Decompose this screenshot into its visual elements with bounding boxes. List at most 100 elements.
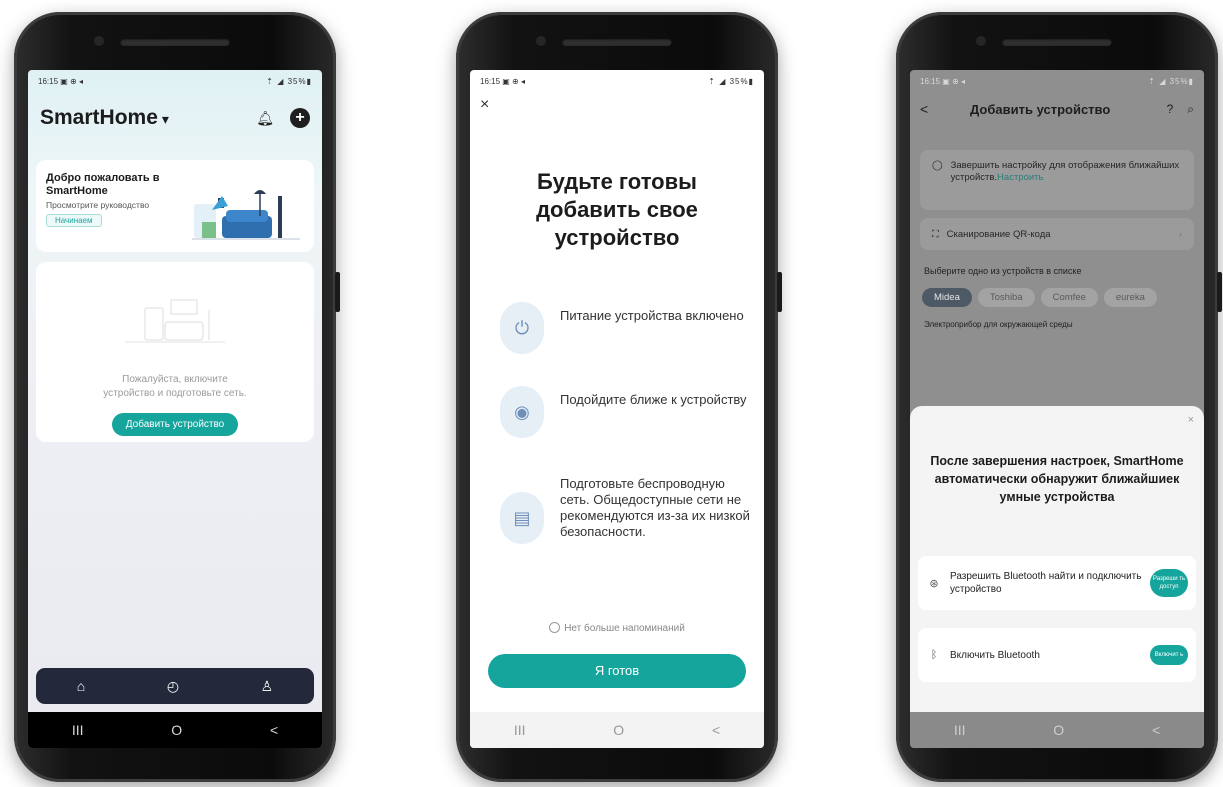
- no-remind-option[interactable]: Нет больше напоминаний: [470, 622, 764, 634]
- chevron-down-icon: ▾: [161, 111, 169, 127]
- page-title: Будьте готовы добавить свое устройство: [470, 168, 764, 252]
- choose-device-label: Выберите одно из устройств в списке: [924, 266, 1082, 276]
- step-proximity: ◉ Подойдите ближе к устройству: [500, 386, 750, 438]
- recents-button[interactable]: III: [954, 722, 966, 738]
- speaker-grille: [562, 38, 672, 46]
- status-time: 16:15 ▣ ⊕ ◂: [38, 76, 83, 86]
- empty-devices-card: Пожалуйста, включите устройство и подгот…: [36, 262, 314, 442]
- speaker-grille: [120, 38, 230, 46]
- radio-button[interactable]: [549, 622, 561, 633]
- step-text: Питание устройства включено: [560, 308, 744, 323]
- welcome-title: Добро пожаловать в SmartHome: [46, 172, 160, 197]
- enable-bluetooth-button[interactable]: Включит ь: [1150, 645, 1188, 665]
- empty-message: Пожалуйста, включите устройство и подгот…: [36, 373, 314, 401]
- qr-scan-icon: ⛶: [932, 228, 939, 240]
- app-title: SmartHome: [40, 106, 158, 129]
- step-text: Подойдите ближе к устройству: [560, 392, 747, 407]
- clock-icon[interactable]: ◴: [167, 678, 179, 695]
- bluetooth-permission-sheet: × После завершения настроек, SmartHome а…: [910, 406, 1204, 712]
- phone-frame-1: 16:15 ▣ ⊕ ◂ ⇡ ◢ 35%▮ SmartHome ▾ 🔔︎ + Доб…: [14, 12, 340, 782]
- brand-tab-eureka[interactable]: eureka: [1103, 288, 1157, 307]
- brand-tab-comfee[interactable]: Comfee: [1040, 288, 1098, 307]
- add-device-button[interactable]: Добавить устройство: [111, 413, 239, 436]
- screen-get-ready: 16:15 ▣ ⊕ ◂ ⇡ ◢ 35%▮ × Будьте готовы доб…: [470, 70, 764, 748]
- back-button[interactable]: <: [270, 722, 278, 738]
- title-line2: добавить свое: [536, 197, 698, 222]
- home-button[interactable]: O: [171, 722, 182, 738]
- living-room-illustration: [192, 190, 300, 240]
- home-icon[interactable]: ⌂: [77, 678, 85, 694]
- step-text: Подготовьте беспроводную сеть. Общедосту…: [560, 476, 750, 539]
- welcome-card[interactable]: Добро пожаловать в SmartHome Просмотрите…: [36, 160, 314, 252]
- screen-add-device: 16:15 ▣ ⊕ ◂ ⇡ ◢ 35%▮ < Добавить устройст…: [910, 70, 1204, 748]
- side-button: [335, 272, 340, 312]
- enable-bluetooth-text: Включить Bluetooth: [950, 649, 1040, 661]
- title-line3: устройство: [554, 225, 680, 250]
- status-indicators: ⇡ ◢ 35%▮: [708, 76, 754, 86]
- enable-bluetooth-row: ᛒ Включить Bluetooth Включит ь: [918, 628, 1196, 682]
- screen-home: 16:15 ▣ ⊕ ◂ ⇡ ◢ 35%▮ SmartHome ▾ 🔔︎ + Доб…: [28, 70, 322, 748]
- speaker-grille: [1002, 38, 1112, 46]
- home-button[interactable]: O: [1053, 722, 1064, 738]
- home-selector[interactable]: SmartHome ▾: [40, 106, 169, 130]
- qr-scan-label: Сканирование QR-кода: [946, 228, 1051, 240]
- back-button[interactable]: <: [712, 722, 720, 738]
- status-time: 16:15 ▣ ⊕ ◂: [920, 76, 965, 86]
- system-nav-bar: III O <: [910, 712, 1204, 748]
- welcome-description: Просмотрите руководство: [46, 200, 150, 210]
- brand-tab-midea[interactable]: Midea: [922, 288, 972, 307]
- bluetooth-permission-icon: ⊛: [929, 577, 939, 590]
- status-time: 16:15 ▣ ⊕ ◂: [480, 76, 525, 86]
- search-icon[interactable]: ⌕: [1187, 102, 1194, 117]
- no-remind-label: Нет больше напоминаний: [564, 623, 685, 634]
- help-icon[interactable]: ?: [1167, 102, 1174, 117]
- add-icon[interactable]: +: [290, 108, 310, 128]
- app-header: < Добавить устройство ? ⌕: [910, 92, 1204, 126]
- recents-button[interactable]: III: [514, 722, 526, 738]
- phone-frame-3: 16:15 ▣ ⊕ ◂ ⇡ ◢ 35%▮ < Добавить устройст…: [896, 12, 1222, 782]
- brand-tabs: Midea Toshiba Comfee eureka: [922, 288, 1204, 307]
- start-button[interactable]: Начинаем: [46, 214, 102, 227]
- status-bar: 16:15 ▣ ⊕ ◂ ⇡ ◢ 35%▮: [470, 70, 764, 92]
- system-nav-bar: III O <: [28, 712, 322, 748]
- empty-room-illustration: [125, 299, 225, 343]
- setup-message: Завершить настройку для отображения ближ…: [951, 160, 1182, 200]
- ready-button[interactable]: Я готов: [488, 654, 746, 688]
- close-icon[interactable]: ×: [1188, 414, 1194, 426]
- back-button[interactable]: <: [1152, 722, 1160, 738]
- app-header: SmartHome ▾ 🔔︎ +: [28, 92, 322, 136]
- brand-tab-toshiba[interactable]: Toshiba: [977, 288, 1035, 307]
- back-arrow-icon[interactable]: <: [920, 101, 970, 117]
- bluetooth-icon: ᛒ: [930, 649, 938, 661]
- side-button: [1217, 272, 1222, 312]
- status-indicators: ⇡ ◢ 35%▮: [266, 76, 312, 86]
- bell-icon[interactable]: 🔔︎: [256, 110, 274, 127]
- status-bar: 16:15 ▣ ⊕ ◂ ⇡ ◢ 35%▮: [910, 70, 1204, 92]
- status-bar: 16:15 ▣ ⊕ ◂ ⇡ ◢ 35%▮: [28, 70, 322, 92]
- setup-link[interactable]: Настроить: [997, 172, 1043, 183]
- status-indicators: ⇡ ◢ 35%▮: [1148, 76, 1194, 86]
- profile-icon[interactable]: ♙: [261, 678, 274, 695]
- setup-banner[interactable]: ◯ Завершить настройку для отображения бл…: [920, 150, 1194, 210]
- qr-scan-row[interactable]: ⛶ Сканирование QR-кода ›: [920, 218, 1194, 250]
- recents-button[interactable]: III: [72, 722, 84, 738]
- close-icon[interactable]: ×: [480, 96, 489, 114]
- category-label: Электроприбор для окружающей среды: [924, 320, 1073, 329]
- title-line1: Будьте готовы: [537, 169, 697, 194]
- permission-text: Разрешить Bluetooth найти и подключить у…: [950, 571, 1142, 595]
- plug-icon: ⏻: [500, 302, 544, 354]
- step-power: ⏻ Питание устройства включено: [500, 302, 750, 354]
- chevron-right-icon: ›: [1178, 228, 1182, 240]
- camera: [976, 36, 986, 46]
- side-button: [777, 272, 782, 312]
- phone-frame-2: 16:15 ▣ ⊕ ◂ ⇡ ◢ 35%▮ × Будьте готовы доб…: [456, 12, 782, 782]
- router-icon: ▤: [500, 492, 544, 544]
- allow-access-button[interactable]: Разреши ть доступ: [1150, 569, 1188, 597]
- sheet-title: После завершения настроек, SmartHome авт…: [930, 454, 1184, 504]
- page-title: Добавить устройство: [970, 101, 1111, 117]
- bottom-tab-bar: ⌂ ◴ ♙: [36, 668, 314, 704]
- home-button[interactable]: O: [613, 722, 624, 738]
- bluetooth-access-row: ⊛ Разрешить Bluetooth найти и подключить…: [918, 556, 1196, 610]
- empty-message-line1: Пожалуйста, включите: [122, 374, 228, 385]
- step-network: ▤ Подготовьте беспроводную сеть. Общедос…: [500, 470, 750, 544]
